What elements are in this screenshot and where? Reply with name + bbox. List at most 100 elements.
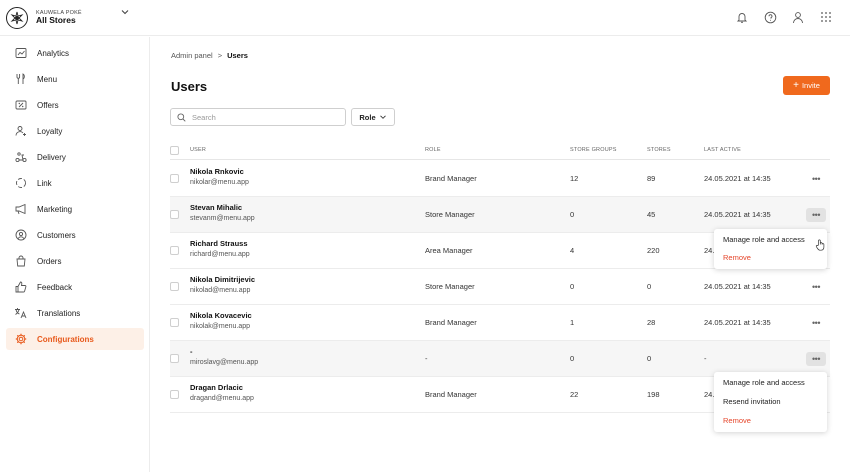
- row-checkbox[interactable]: [170, 354, 179, 363]
- breadcrumb-current: Users: [227, 51, 248, 60]
- select-all-checkbox[interactable]: [170, 146, 179, 155]
- apps-grid-icon[interactable]: [819, 10, 833, 24]
- sidebar-item-menu[interactable]: Menu: [6, 68, 144, 90]
- remove-option[interactable]: Remove: [723, 416, 751, 425]
- hand-cursor-icon: [815, 239, 826, 253]
- sidebar-item-feedback[interactable]: Feedback: [6, 276, 144, 298]
- brand-logo: [6, 7, 28, 29]
- table-row[interactable]: Nikola Dimitrijevic nikolad@menu.app Sto…: [170, 269, 830, 305]
- search-icon: [177, 112, 186, 122]
- manage-role-access-option[interactable]: Manage role and access: [723, 235, 805, 244]
- last-active: 24.05.2021 at 14:35: [704, 282, 771, 291]
- stores-count: 45: [647, 210, 656, 219]
- chevron-down-icon[interactable]: [120, 7, 130, 19]
- sidebar-item-loyalty[interactable]: Loyalty: [6, 120, 144, 142]
- bell-icon[interactable]: [735, 10, 749, 24]
- user-email: nikolar@menu.app: [190, 179, 249, 186]
- role-filter-label: Role: [359, 112, 376, 122]
- search-input[interactable]: [192, 112, 342, 122]
- column-header-user[interactable]: USER: [190, 147, 206, 153]
- user-name: Nikola Kovacevic: [190, 311, 252, 320]
- sidebar-item-label: Translations: [37, 308, 81, 318]
- page-title: Users: [171, 79, 208, 94]
- role-filter-dropdown[interactable]: Role: [351, 108, 395, 126]
- row-checkbox[interactable]: [170, 390, 179, 399]
- sidebar-item-orders[interactable]: Orders: [6, 250, 144, 272]
- stores-count: 0: [647, 282, 652, 291]
- sidebar-item-analytics[interactable]: Analytics: [6, 42, 144, 64]
- sidebar-item-translations[interactable]: Translations: [6, 302, 144, 324]
- invite-button[interactable]: + Invite: [783, 76, 830, 95]
- user-icon[interactable]: [791, 10, 805, 24]
- sidebar: Analytics Menu Offers Loyalty Delivery L…: [0, 37, 150, 472]
- stores-count: 220: [647, 246, 660, 255]
- sidebar-item-link[interactable]: Link: [6, 172, 144, 194]
- breadcrumb: Admin panel > Users: [171, 51, 248, 60]
- remove-option[interactable]: Remove: [723, 253, 751, 262]
- row-checkbox[interactable]: [170, 318, 179, 327]
- sidebar-item-delivery[interactable]: Delivery: [6, 146, 144, 168]
- more-actions-button[interactable]: •••: [806, 208, 826, 222]
- user-email: nikolak@menu.app: [190, 323, 251, 330]
- last-active: 24.05.2021 at 14:35: [704, 210, 771, 219]
- row-checkbox[interactable]: [170, 210, 179, 219]
- sidebar-item-label: Configurations: [37, 334, 94, 344]
- sidebar-item-label: Analytics: [37, 48, 70, 58]
- sidebar-item-label: Menu: [37, 74, 58, 84]
- store-switcher[interactable]: KAUWELA POKÉ All Stores: [6, 7, 82, 29]
- translate-icon: [14, 307, 27, 320]
- sidebar-item-label: Link: [37, 178, 52, 188]
- table-header: USER ROLE STORE GROUPS STORES LAST ACTIV…: [170, 142, 830, 160]
- user-name: Stevan Mihalic: [190, 203, 243, 212]
- more-actions-button[interactable]: •••: [806, 172, 826, 186]
- user-email: richard@menu.app: [190, 251, 250, 258]
- user-email: stevanm@menu.app: [190, 215, 255, 222]
- scooter-icon: [14, 151, 27, 164]
- sidebar-item-label: Marketing: [37, 204, 73, 214]
- sidebar-item-customers[interactable]: Customers: [6, 224, 144, 246]
- user-role: Brand Manager: [425, 174, 477, 183]
- user-role: Store Manager: [425, 282, 475, 291]
- breadcrumb-separator: >: [217, 51, 223, 60]
- manage-role-access-option[interactable]: Manage role and access: [723, 378, 805, 387]
- breadcrumb-root[interactable]: Admin panel: [171, 51, 213, 60]
- user-role: Brand Manager: [425, 318, 477, 327]
- row-checkbox[interactable]: [170, 282, 179, 291]
- resend-invitation-option[interactable]: Resend invitation: [723, 397, 781, 406]
- table-row[interactable]: Nikola Rnkovic nikolar@menu.app Brand Ma…: [170, 161, 830, 197]
- table-row[interactable]: Stevan Mihalic stevanm@menu.app Store Ma…: [170, 197, 830, 233]
- last-active: 24.: [704, 390, 715, 399]
- table-row[interactable]: Nikola Kovacevic nikolak@menu.app Brand …: [170, 305, 830, 341]
- column-header-last-active[interactable]: LAST ACTIVE: [704, 147, 741, 153]
- user-role: Area Manager: [425, 246, 473, 255]
- sidebar-item-label: Customers: [37, 230, 76, 240]
- plus-icon: +: [793, 79, 799, 91]
- store-groups-count: 4: [570, 246, 575, 255]
- more-actions-button[interactable]: •••: [806, 352, 826, 366]
- column-header-role[interactable]: ROLE: [425, 147, 441, 153]
- row-checkbox[interactable]: [170, 246, 179, 255]
- more-actions-button[interactable]: •••: [806, 316, 826, 330]
- user-email: miroslavg@menu.app: [190, 359, 259, 366]
- user-role: Brand Manager: [425, 390, 477, 399]
- sidebar-item-offers[interactable]: Offers: [6, 94, 144, 116]
- user-name: Nikola Dimitrijevic: [190, 275, 256, 284]
- sidebar-item-configurations[interactable]: Configurations: [6, 328, 144, 350]
- column-header-stores[interactable]: STORES: [647, 147, 671, 153]
- gear-icon: [14, 333, 27, 346]
- last-active: 24.05.2021 at 14:35: [704, 318, 771, 327]
- row-checkbox[interactable]: [170, 174, 179, 183]
- fork-knife-icon: [14, 73, 27, 86]
- last-active: 24.: [704, 246, 715, 255]
- sidebar-item-marketing[interactable]: Marketing: [6, 198, 144, 220]
- store-name: All Stores: [36, 15, 76, 26]
- user-name: -: [190, 347, 193, 356]
- thumbs-up-icon: [14, 281, 27, 294]
- chevron-down-icon: [379, 113, 387, 121]
- offers-icon: [14, 99, 27, 112]
- top-bar: KAUWELA POKÉ All Stores: [0, 0, 850, 36]
- column-header-store-groups[interactable]: STORE GROUPS: [570, 147, 617, 153]
- more-actions-button[interactable]: •••: [806, 280, 826, 294]
- help-icon[interactable]: [763, 10, 777, 24]
- user-name: Richard Strauss: [190, 239, 248, 248]
